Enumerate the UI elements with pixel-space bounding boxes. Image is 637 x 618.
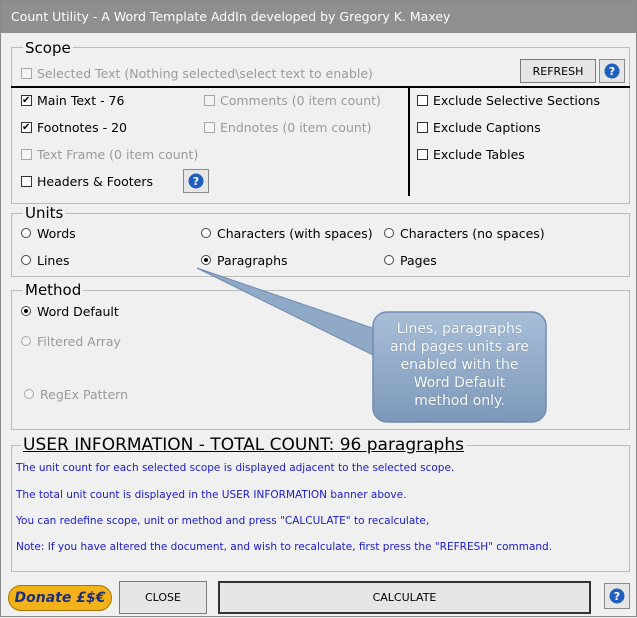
user-info-line: The total unit count is displayed in the…	[16, 489, 407, 501]
footer-help-button[interactable]: ?	[604, 583, 630, 609]
info-callout: Lines, paragraphs and pages units are en…	[373, 312, 546, 422]
user-info-banner: USER INFORMATION - TOTAL COUNT: 96 parag…	[21, 435, 466, 455]
count-utility-dialog: Count Utility - A Word Template AddIn de…	[0, 0, 637, 617]
calculate-button[interactable]: CALCULATE	[218, 581, 591, 614]
donate-button[interactable]: Donate £$€	[8, 585, 112, 611]
user-info-line: You can redefine scope, unit or method a…	[16, 515, 430, 527]
callout-line: Lines, paragraphs	[396, 321, 523, 337]
close-button[interactable]: CLOSE	[119, 581, 207, 614]
callout-line: enabled with the	[400, 357, 519, 373]
callout-line: Word Default	[413, 375, 506, 391]
calculate-button-label: CALCULATE	[372, 591, 437, 604]
svg-text:?: ?	[614, 590, 620, 603]
help-icon: ?	[609, 588, 625, 604]
callout-line: method only.	[414, 393, 505, 409]
callout-line: and pages units are	[389, 339, 529, 355]
donate-label: Donate £$€	[14, 590, 106, 606]
close-button-label: CLOSE	[144, 591, 181, 604]
callout-text: Lines, paragraphs and pages units are en…	[373, 320, 546, 410]
user-info-line: Note: If you have altered the document, …	[16, 541, 553, 553]
user-info-line: The unit count for each selected scope i…	[16, 462, 455, 474]
